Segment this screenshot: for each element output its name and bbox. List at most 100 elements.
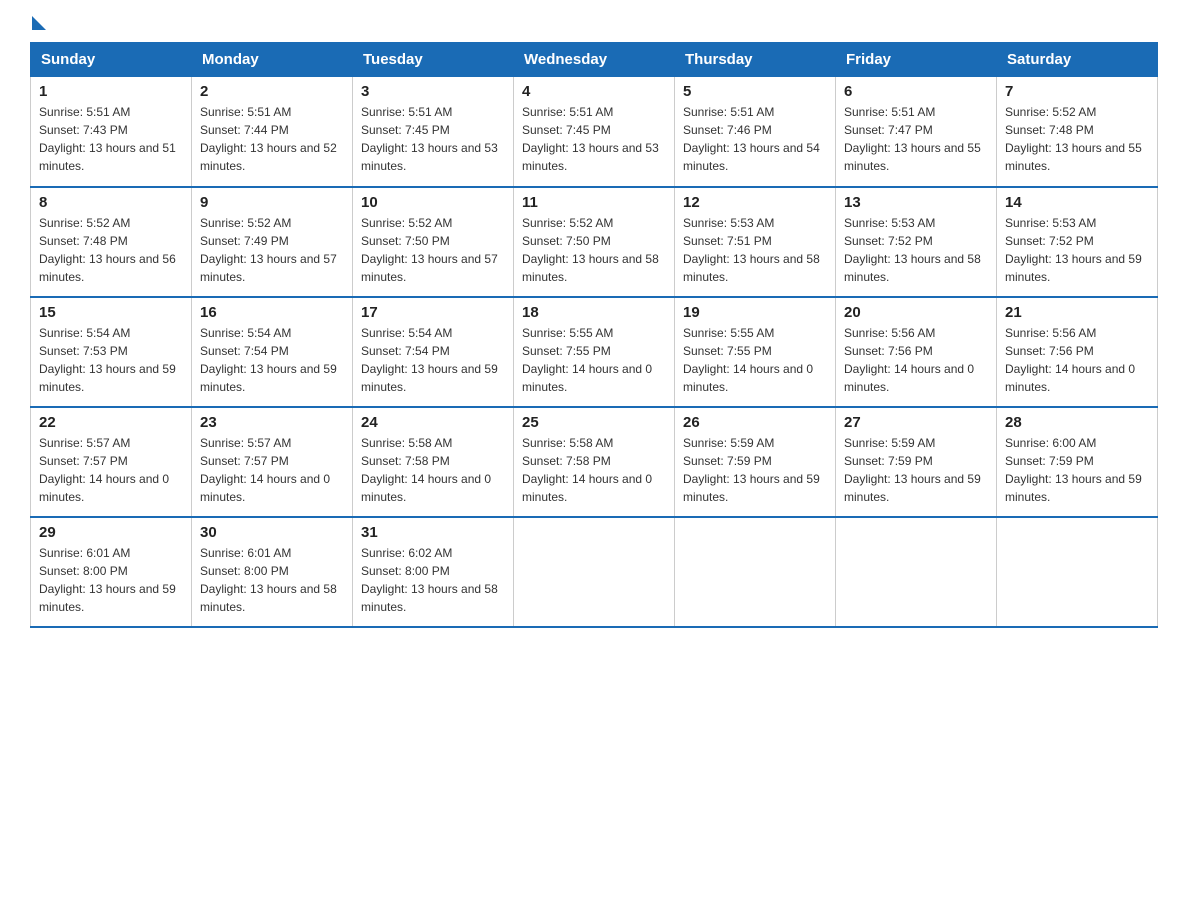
day-info: Sunrise: 5:52 AM Sunset: 7:48 PM Dayligh… [1005, 103, 1149, 175]
day-info: Sunrise: 5:52 AM Sunset: 7:50 PM Dayligh… [361, 214, 505, 286]
day-cell: 4 Sunrise: 5:51 AM Sunset: 7:45 PM Dayli… [514, 77, 675, 187]
day-info: Sunrise: 5:51 AM Sunset: 7:45 PM Dayligh… [522, 103, 666, 175]
day-cell: 31 Sunrise: 6:02 AM Sunset: 8:00 PM Dayl… [353, 517, 514, 627]
day-number: 20 [844, 304, 988, 321]
day-cell: 19 Sunrise: 5:55 AM Sunset: 7:55 PM Dayl… [675, 297, 836, 407]
day-cell [514, 517, 675, 627]
day-number: 16 [200, 304, 344, 321]
day-cell: 10 Sunrise: 5:52 AM Sunset: 7:50 PM Dayl… [353, 187, 514, 297]
day-cell [675, 517, 836, 627]
day-number: 11 [522, 194, 666, 211]
day-info: Sunrise: 5:54 AM Sunset: 7:53 PM Dayligh… [39, 324, 183, 396]
day-info: Sunrise: 5:55 AM Sunset: 7:55 PM Dayligh… [683, 324, 827, 396]
day-info: Sunrise: 5:51 AM Sunset: 7:46 PM Dayligh… [683, 103, 827, 175]
day-info: Sunrise: 6:00 AM Sunset: 7:59 PM Dayligh… [1005, 434, 1149, 506]
day-number: 8 [39, 194, 183, 211]
day-info: Sunrise: 5:58 AM Sunset: 7:58 PM Dayligh… [361, 434, 505, 506]
day-cell: 12 Sunrise: 5:53 AM Sunset: 7:51 PM Dayl… [675, 187, 836, 297]
day-number: 15 [39, 304, 183, 321]
day-cell: 3 Sunrise: 5:51 AM Sunset: 7:45 PM Dayli… [353, 77, 514, 187]
day-number: 4 [522, 83, 666, 100]
day-number: 7 [1005, 83, 1149, 100]
day-number: 30 [200, 524, 344, 541]
day-info: Sunrise: 5:55 AM Sunset: 7:55 PM Dayligh… [522, 324, 666, 396]
page-header [30, 20, 1158, 26]
day-number: 27 [844, 414, 988, 431]
day-number: 14 [1005, 194, 1149, 211]
day-header-friday: Friday [836, 43, 997, 77]
day-info: Sunrise: 6:02 AM Sunset: 8:00 PM Dayligh… [361, 544, 505, 616]
day-cell: 6 Sunrise: 5:51 AM Sunset: 7:47 PM Dayli… [836, 77, 997, 187]
day-cell: 18 Sunrise: 5:55 AM Sunset: 7:55 PM Dayl… [514, 297, 675, 407]
day-info: Sunrise: 5:59 AM Sunset: 7:59 PM Dayligh… [844, 434, 988, 506]
day-info: Sunrise: 5:56 AM Sunset: 7:56 PM Dayligh… [1005, 324, 1149, 396]
day-number: 18 [522, 304, 666, 321]
day-number: 31 [361, 524, 505, 541]
day-cell: 28 Sunrise: 6:00 AM Sunset: 7:59 PM Dayl… [997, 407, 1158, 517]
logo-triangle-icon [32, 16, 46, 30]
day-info: Sunrise: 5:51 AM Sunset: 7:45 PM Dayligh… [361, 103, 505, 175]
week-row-4: 22 Sunrise: 5:57 AM Sunset: 7:57 PM Dayl… [31, 407, 1158, 517]
day-cell: 14 Sunrise: 5:53 AM Sunset: 7:52 PM Dayl… [997, 187, 1158, 297]
day-info: Sunrise: 5:51 AM Sunset: 7:47 PM Dayligh… [844, 103, 988, 175]
day-info: Sunrise: 5:53 AM Sunset: 7:52 PM Dayligh… [1005, 214, 1149, 286]
day-cell: 22 Sunrise: 5:57 AM Sunset: 7:57 PM Dayl… [31, 407, 192, 517]
day-number: 1 [39, 83, 183, 100]
day-number: 6 [844, 83, 988, 100]
day-number: 3 [361, 83, 505, 100]
day-info: Sunrise: 5:54 AM Sunset: 7:54 PM Dayligh… [361, 324, 505, 396]
day-info: Sunrise: 5:52 AM Sunset: 7:50 PM Dayligh… [522, 214, 666, 286]
day-cell: 21 Sunrise: 5:56 AM Sunset: 7:56 PM Dayl… [997, 297, 1158, 407]
day-cell: 5 Sunrise: 5:51 AM Sunset: 7:46 PM Dayli… [675, 77, 836, 187]
day-number: 9 [200, 194, 344, 211]
day-cell: 24 Sunrise: 5:58 AM Sunset: 7:58 PM Dayl… [353, 407, 514, 517]
day-number: 17 [361, 304, 505, 321]
day-cell: 30 Sunrise: 6:01 AM Sunset: 8:00 PM Dayl… [192, 517, 353, 627]
day-info: Sunrise: 5:53 AM Sunset: 7:52 PM Dayligh… [844, 214, 988, 286]
week-row-5: 29 Sunrise: 6:01 AM Sunset: 8:00 PM Dayl… [31, 517, 1158, 627]
day-cell: 13 Sunrise: 5:53 AM Sunset: 7:52 PM Dayl… [836, 187, 997, 297]
day-cell: 1 Sunrise: 5:51 AM Sunset: 7:43 PM Dayli… [31, 77, 192, 187]
day-cell: 23 Sunrise: 5:57 AM Sunset: 7:57 PM Dayl… [192, 407, 353, 517]
day-info: Sunrise: 5:57 AM Sunset: 7:57 PM Dayligh… [200, 434, 344, 506]
day-header-monday: Monday [192, 43, 353, 77]
day-number: 21 [1005, 304, 1149, 321]
day-number: 26 [683, 414, 827, 431]
day-info: Sunrise: 6:01 AM Sunset: 8:00 PM Dayligh… [39, 544, 183, 616]
day-cell: 11 Sunrise: 5:52 AM Sunset: 7:50 PM Dayl… [514, 187, 675, 297]
day-header-tuesday: Tuesday [353, 43, 514, 77]
day-cell: 26 Sunrise: 5:59 AM Sunset: 7:59 PM Dayl… [675, 407, 836, 517]
calendar-table: SundayMondayTuesdayWednesdayThursdayFrid… [30, 42, 1158, 628]
day-info: Sunrise: 5:51 AM Sunset: 7:44 PM Dayligh… [200, 103, 344, 175]
day-info: Sunrise: 5:52 AM Sunset: 7:49 PM Dayligh… [200, 214, 344, 286]
day-cell: 29 Sunrise: 6:01 AM Sunset: 8:00 PM Dayl… [31, 517, 192, 627]
day-number: 19 [683, 304, 827, 321]
day-cell [997, 517, 1158, 627]
day-info: Sunrise: 5:59 AM Sunset: 7:59 PM Dayligh… [683, 434, 827, 506]
day-cell: 16 Sunrise: 5:54 AM Sunset: 7:54 PM Dayl… [192, 297, 353, 407]
day-number: 29 [39, 524, 183, 541]
day-cell: 15 Sunrise: 5:54 AM Sunset: 7:53 PM Dayl… [31, 297, 192, 407]
day-cell: 20 Sunrise: 5:56 AM Sunset: 7:56 PM Dayl… [836, 297, 997, 407]
day-info: Sunrise: 5:56 AM Sunset: 7:56 PM Dayligh… [844, 324, 988, 396]
day-header-sunday: Sunday [31, 43, 192, 77]
day-number: 10 [361, 194, 505, 211]
day-cell: 17 Sunrise: 5:54 AM Sunset: 7:54 PM Dayl… [353, 297, 514, 407]
day-info: Sunrise: 6:01 AM Sunset: 8:00 PM Dayligh… [200, 544, 344, 616]
day-info: Sunrise: 5:51 AM Sunset: 7:43 PM Dayligh… [39, 103, 183, 175]
day-cell: 7 Sunrise: 5:52 AM Sunset: 7:48 PM Dayli… [997, 77, 1158, 187]
day-number: 12 [683, 194, 827, 211]
day-number: 23 [200, 414, 344, 431]
day-number: 22 [39, 414, 183, 431]
day-info: Sunrise: 5:54 AM Sunset: 7:54 PM Dayligh… [200, 324, 344, 396]
day-cell: 25 Sunrise: 5:58 AM Sunset: 7:58 PM Dayl… [514, 407, 675, 517]
day-header-saturday: Saturday [997, 43, 1158, 77]
header-row: SundayMondayTuesdayWednesdayThursdayFrid… [31, 43, 1158, 77]
week-row-3: 15 Sunrise: 5:54 AM Sunset: 7:53 PM Dayl… [31, 297, 1158, 407]
day-info: Sunrise: 5:52 AM Sunset: 7:48 PM Dayligh… [39, 214, 183, 286]
day-number: 25 [522, 414, 666, 431]
day-header-thursday: Thursday [675, 43, 836, 77]
day-info: Sunrise: 5:57 AM Sunset: 7:57 PM Dayligh… [39, 434, 183, 506]
week-row-2: 8 Sunrise: 5:52 AM Sunset: 7:48 PM Dayli… [31, 187, 1158, 297]
day-cell: 2 Sunrise: 5:51 AM Sunset: 7:44 PM Dayli… [192, 77, 353, 187]
